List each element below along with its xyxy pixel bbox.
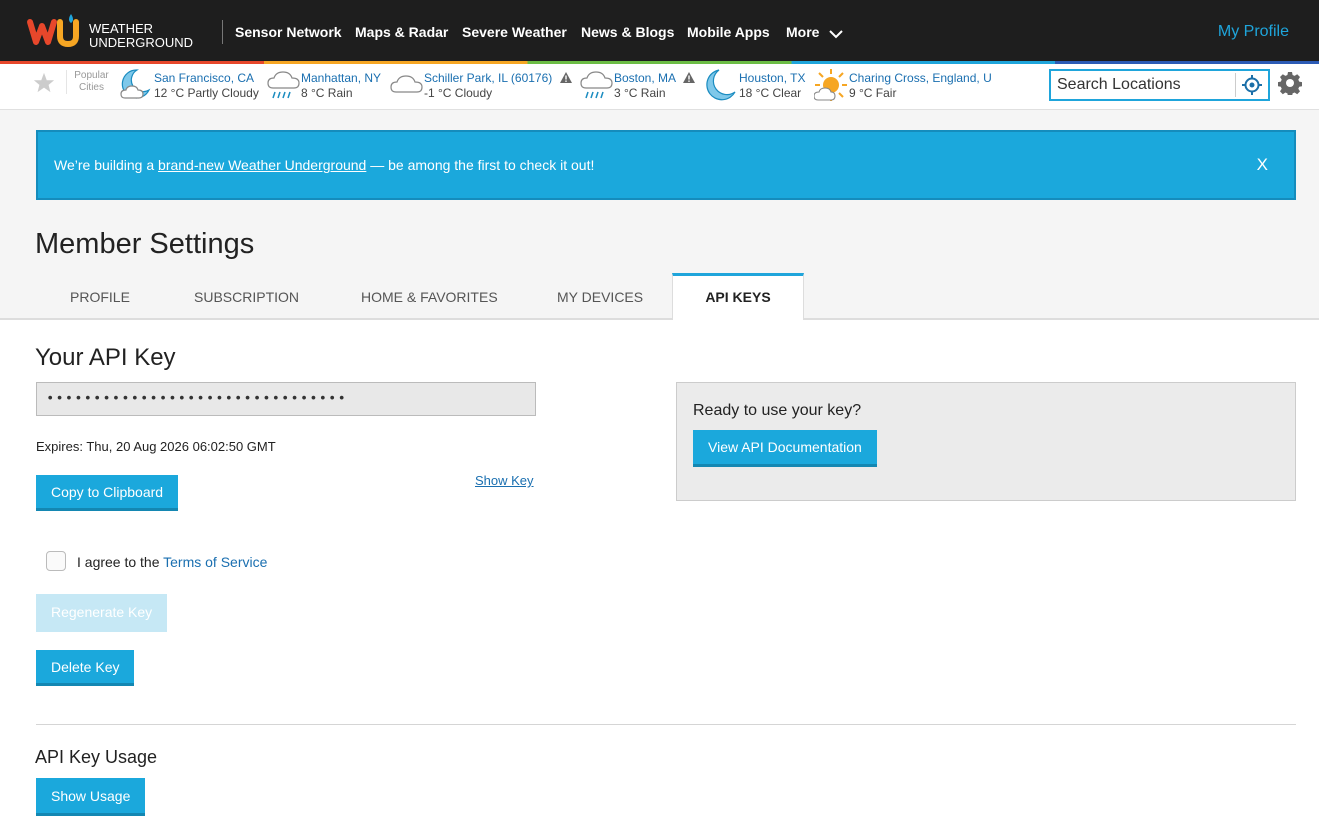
view-api-documentation-button[interactable]: View API Documentation	[693, 430, 877, 467]
rain-icon	[580, 71, 613, 99]
nav-news-blogs[interactable]: News & Blogs	[581, 24, 674, 40]
partly-cloudy-night-icon	[120, 69, 151, 99]
popular-cities-bar: Popular Cities San Francisco, CA 12 °C P…	[0, 64, 1319, 110]
copy-to-clipboard-button[interactable]: Copy to Clipboard	[36, 475, 179, 511]
warning-icon[interactable]	[682, 72, 695, 83]
popular-label-line2: Cities	[78, 82, 104, 93]
settings-tabs: PROFILE SUBSCRIPTION HOME & FAVORITES MY…	[0, 273, 1319, 320]
nav-more-label: More	[786, 24, 820, 40]
weather-underground-logo[interactable]: WEATHER UNDERGROUND	[26, 12, 206, 52]
nav-more[interactable]: More	[786, 24, 844, 40]
fair-day-icon	[814, 69, 847, 101]
popular-label-line1: Popular	[74, 70, 109, 81]
city-name-row: Schiller Park, IL (60176)	[424, 71, 572, 85]
api-key-expiry: Expires: Thu, 20 Aug 2026 06:02:50 GMT	[36, 439, 276, 454]
tab-subscription[interactable]: SUBSCRIPTION	[194, 289, 299, 305]
banner-link[interactable]: brand-new Weather Underground	[158, 157, 366, 173]
city-conditions: 12 °C Partly Cloudy	[154, 86, 259, 100]
ready-to-use-panel: Ready to use your key? View API Document…	[676, 382, 1296, 501]
terms-of-service-link[interactable]: Terms of Service	[163, 554, 267, 570]
nav-mobile-apps[interactable]: Mobile Apps	[687, 24, 770, 40]
city-name: Schiller Park, IL (60176)	[424, 71, 553, 85]
rain-icon	[267, 71, 300, 99]
city-name: Boston, MA	[614, 71, 676, 85]
tab-home-favorites[interactable]: HOME & FAVORITES	[361, 289, 498, 305]
locate-me-icon[interactable]	[1242, 75, 1262, 95]
banner-suffix: — be among the first to check it out!	[366, 157, 595, 173]
announcement-banner: We’re building a brand-new Weather Under…	[36, 130, 1296, 200]
logo-text: WEATHER UNDERGROUND	[89, 22, 193, 50]
terms-agreement: I agree to the Terms of Service	[77, 554, 267, 570]
wu-logo-icon	[27, 14, 79, 48]
city-san-francisco[interactable]: San Francisco, CA 12 °C Partly Cloudy	[119, 67, 259, 107]
nav-maps-radar[interactable]: Maps & Radar	[355, 24, 448, 40]
top-navigation-bar: WEATHER UNDERGROUND Sensor Network Maps …	[0, 0, 1319, 61]
chevron-down-icon	[829, 30, 844, 39]
api-key-heading: Your API Key	[35, 344, 176, 371]
agree-label: I agree to the	[77, 554, 164, 570]
page-title: Member Settings	[35, 228, 255, 260]
city-conditions: 3 °C Rain	[614, 86, 666, 100]
search-locations-input[interactable]	[1051, 71, 1235, 99]
logo-text-underground: UNDERGROUND	[89, 35, 193, 50]
tab-profile[interactable]: PROFILE	[70, 289, 130, 305]
logo-separator	[222, 20, 223, 44]
api-key-field[interactable]: ••••••••••••••••••••••••••••••••	[36, 382, 536, 416]
tab-my-devices[interactable]: MY DEVICES	[557, 289, 643, 305]
banner-text: We’re building a brand-new Weather Under…	[54, 157, 594, 173]
star-icon[interactable]	[33, 72, 55, 94]
city-conditions: -1 °C Cloudy	[424, 86, 493, 100]
city-name-row: Boston, MA	[614, 71, 695, 85]
show-usage-button[interactable]: Show Usage	[36, 778, 146, 816]
popular-cities-label: Popular Cities	[66, 70, 114, 94]
regenerate-key-button[interactable]: Regenerate Key	[36, 594, 168, 632]
cloudy-icon	[390, 75, 423, 93]
city-name: San Francisco, CA	[154, 71, 255, 85]
city-boston[interactable]: Boston, MA 3 °C Rain	[580, 67, 700, 107]
city-manhattan[interactable]: Manhattan, NY 8 °C Rain	[267, 67, 387, 107]
city-name: Manhattan, NY	[301, 71, 382, 85]
show-key-link[interactable]: Show Key	[475, 473, 534, 488]
search-separator	[1235, 73, 1236, 97]
city-conditions: 8 °C Rain	[301, 86, 353, 100]
nav-severe-weather[interactable]: Severe Weather	[462, 24, 567, 40]
city-houston[interactable]: Houston, TX 18 °C Clear	[703, 67, 811, 107]
clear-night-icon	[706, 69, 736, 101]
api-keys-panel: Your API Key •••••••••••••••••••••••••••…	[0, 320, 1319, 834]
section-divider	[36, 724, 1296, 725]
delete-key-button[interactable]: Delete Key	[36, 650, 135, 686]
banner-close-button[interactable]: X	[1257, 155, 1268, 175]
nav-sensor-network[interactable]: Sensor Network	[235, 24, 342, 40]
city-charing-cross[interactable]: Charing Cross, England, U 9 °C Fair	[814, 67, 992, 107]
gear-icon[interactable]	[1278, 71, 1302, 95]
api-key-usage-heading: API Key Usage	[35, 747, 158, 767]
terms-checkbox[interactable]	[46, 551, 66, 571]
tab-api-keys[interactable]: API KEYS	[672, 273, 804, 320]
city-name: Charing Cross, England, U	[849, 71, 992, 85]
warning-icon[interactable]	[559, 72, 572, 83]
ready-text: Ready to use your key?	[693, 402, 862, 419]
city-schiller-park[interactable]: Schiller Park, IL (60176) -1 °C Cloudy	[390, 67, 572, 107]
my-profile-link[interactable]: My Profile	[1218, 23, 1289, 41]
banner-prefix: We’re building a	[54, 157, 159, 173]
city-name: Houston, TX	[739, 71, 806, 85]
city-conditions: 9 °C Fair	[849, 86, 897, 100]
search-locations-box	[1049, 69, 1270, 101]
logo-text-weather: WEATHER	[89, 21, 154, 36]
city-conditions: 18 °C Clear	[739, 86, 802, 100]
